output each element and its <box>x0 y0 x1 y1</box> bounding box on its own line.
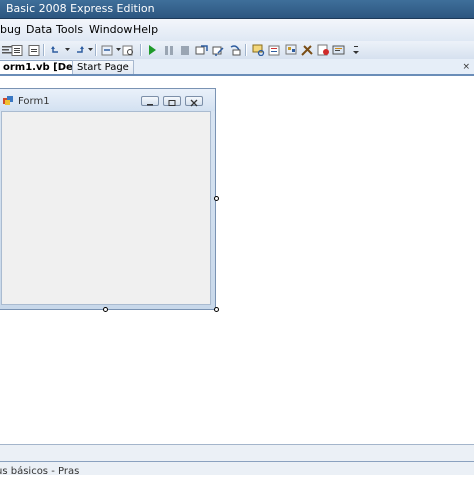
start-debug-icon[interactable] <box>145 43 159 57</box>
comment-icon[interactable] <box>10 43 24 57</box>
uncomment-icon[interactable] <box>27 43 41 57</box>
error-list-icon[interactable] <box>316 43 330 57</box>
resize-handle-right[interactable] <box>214 196 219 201</box>
options-icon[interactable] <box>332 43 346 57</box>
maximize-icon[interactable] <box>163 96 181 106</box>
minimize-icon[interactable] <box>141 96 159 106</box>
toolbox-icon[interactable] <box>300 43 314 57</box>
menu-tools[interactable]: Tools <box>56 23 83 36</box>
object-browser-icon[interactable] <box>284 43 298 57</box>
menu-bar: bug Data Tools Window Help <box>0 19 474 41</box>
document-tabstrip: orm1.vb [Design] Start Page <box>0 59 474 76</box>
menu-data[interactable]: Data <box>26 23 52 36</box>
toolbar <box>0 41 474 60</box>
toolbar-separator <box>140 44 142 56</box>
pause-icon[interactable] <box>162 43 176 57</box>
window-title: Basic 2008 Express Edition <box>6 2 155 15</box>
toolbar-separator <box>43 44 45 56</box>
form-icon <box>3 96 13 105</box>
menu-debug[interactable]: bug <box>0 23 21 36</box>
taskbar-text: us básicos - Pras <box>0 466 80 477</box>
form-client-area[interactable] <box>1 111 211 305</box>
menu-help[interactable]: Help <box>133 23 158 36</box>
form-caption: Form1 <box>18 96 50 107</box>
toolbar-separator <box>245 44 247 56</box>
close-icon[interactable] <box>185 96 203 107</box>
step-over-icon[interactable] <box>211 43 225 57</box>
step-into-icon[interactable] <box>194 43 208 57</box>
status-divider <box>0 461 474 462</box>
close-tab-icon[interactable]: × <box>462 62 470 72</box>
find-icon[interactable] <box>121 43 135 57</box>
form-designer-window[interactable]: Form1 <box>0 88 216 310</box>
form-titlebar: Form1 <box>0 89 215 111</box>
resize-handle-bottom-right[interactable] <box>214 307 219 312</box>
toolbar-separator <box>95 44 97 56</box>
resize-handle-bottom[interactable] <box>103 307 108 312</box>
menu-window[interactable]: Window <box>89 23 132 36</box>
properties-icon[interactable] <box>267 43 281 57</box>
step-out-icon[interactable] <box>228 43 242 57</box>
title-bar: Basic 2008 Express Edition <box>0 0 474 19</box>
tab-start-page[interactable]: Start Page <box>72 60 134 74</box>
stop-icon[interactable] <box>178 43 192 57</box>
toolbar-overflow-icon[interactable] <box>349 43 363 57</box>
solution-explorer-icon[interactable] <box>251 43 265 57</box>
